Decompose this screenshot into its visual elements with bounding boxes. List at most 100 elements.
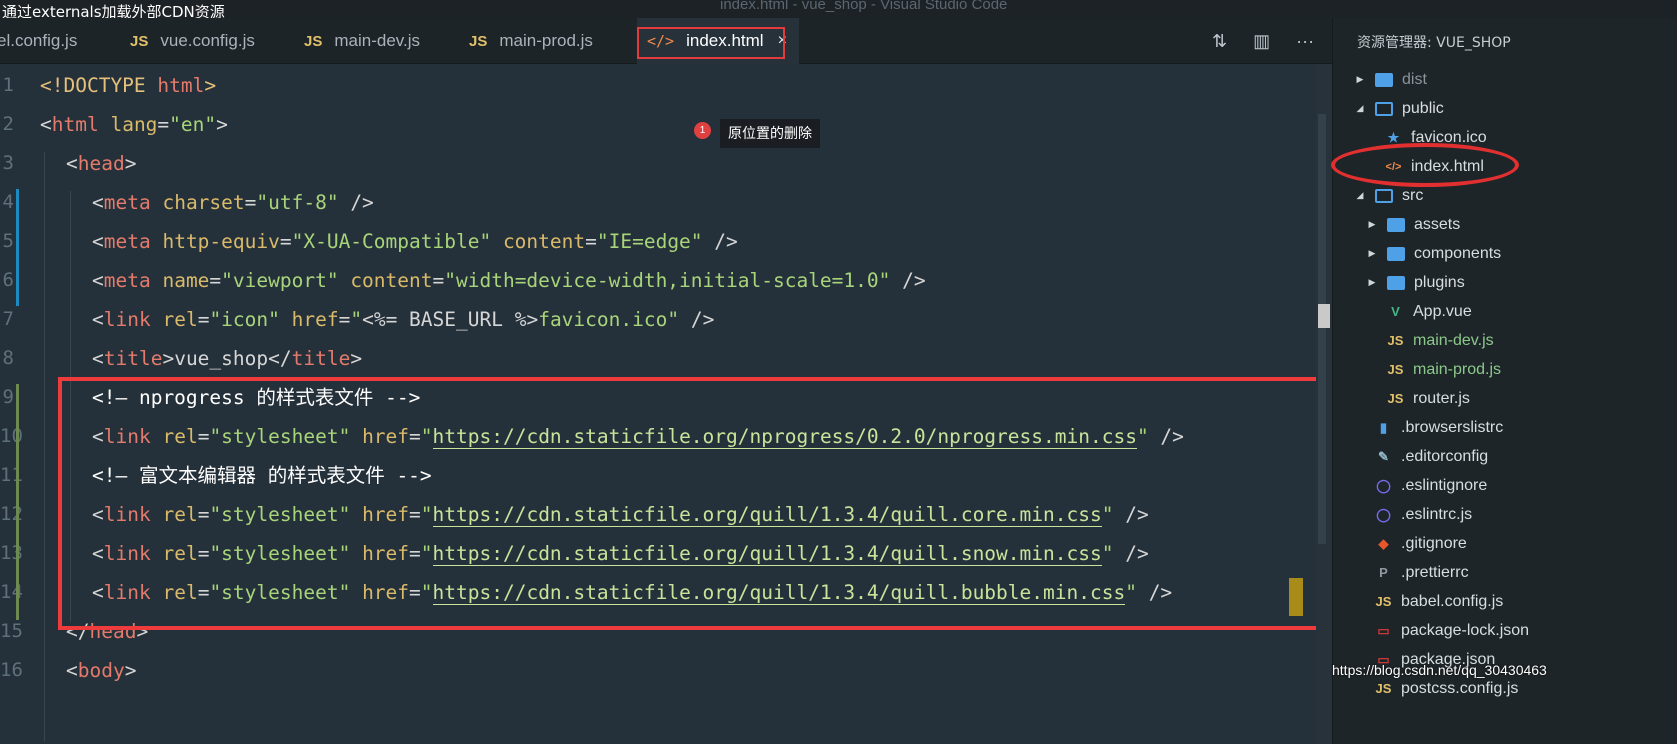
line-number: 5	[2, 230, 14, 252]
folder-icon	[1375, 72, 1393, 87]
line-number: 12	[0, 503, 23, 525]
tab-main-dev[interactable]: JS main-dev.js	[304, 18, 420, 64]
code-line-5: <meta http-equiv="X-UA-Compatible" conte…	[92, 230, 738, 253]
js-file-icon: JS	[1387, 333, 1404, 348]
line-number: 2	[2, 113, 14, 135]
tree-item-eslintignore[interactable]: ◯ .eslintignore	[1375, 471, 1487, 500]
git-added-marker	[16, 384, 19, 620]
tree-item-editorconfig[interactable]: ✎ .editorconfig	[1375, 442, 1488, 471]
line-number: 1	[2, 74, 14, 96]
tree-item-main-prod[interactable]: JS main-prod.js	[1387, 355, 1501, 384]
code-line-4: <meta charset="utf-8" />	[92, 191, 374, 214]
eslint-icon: ◯	[1376, 477, 1391, 493]
tree-item-public[interactable]: ◢ public	[1353, 94, 1444, 123]
eslint-icon: ◯	[1376, 506, 1391, 522]
tree-item-assets[interactable]: ▶ assets	[1365, 210, 1461, 239]
tree-item-prettierrc[interactable]: P .prettierrc	[1375, 558, 1468, 587]
folder-open-icon	[1375, 188, 1393, 203]
git-icon: ◆	[1378, 535, 1389, 551]
tree-item-main-dev[interactable]: JS main-dev.js	[1387, 326, 1494, 355]
indent-guide	[44, 152, 45, 742]
line-number: 8	[2, 347, 14, 369]
chevron-right-icon: ▶	[1368, 248, 1376, 258]
prettier-icon: P	[1379, 565, 1388, 580]
folder-open-icon	[1375, 101, 1393, 116]
line-number: 6	[2, 269, 14, 291]
tree-item-eslintrc[interactable]: ◯ .eslintrc.js	[1375, 500, 1472, 529]
file-icon: ▮	[1379, 419, 1388, 435]
js-file-icon: JS	[1387, 391, 1404, 406]
split-editor-icon[interactable]: ▥	[1253, 31, 1270, 52]
chevron-right-icon: ▶	[1368, 277, 1376, 287]
code-line-16: <body>	[66, 659, 137, 682]
text-cursor	[1289, 578, 1303, 616]
line-gutter: 1 2 3 4 5 6 7 8 9 10 11 12 13 14 15 16	[0, 64, 30, 744]
tree-item-app-vue[interactable]: V App.vue	[1387, 297, 1472, 326]
annotation-tooltip: 原位置的删除	[720, 119, 820, 148]
explorer-title: 资源管理器: VUE_SHOP	[1357, 35, 1511, 51]
more-icon[interactable]: ···	[1296, 31, 1314, 52]
editor-actions: ⇅ ▥ ···	[1212, 18, 1314, 64]
chevron-right-icon: ▶	[1368, 219, 1376, 229]
code-line-1: <!DOCTYPE html>	[40, 74, 217, 97]
highlight-ellipse	[1331, 143, 1519, 187]
line-number: 16	[0, 659, 23, 681]
git-modified-marker	[16, 189, 19, 306]
tree-item-postcss-config[interactable]: JS postcss.config.js	[1375, 674, 1519, 703]
tab-label: el.config.js	[0, 31, 78, 50]
tab-babel-config[interactable]: el.config.js	[0, 18, 77, 64]
js-file-icon: JS	[1375, 681, 1392, 696]
tree-item-babel-config[interactable]: JS babel.config.js	[1375, 587, 1504, 616]
tree-item-plugins[interactable]: ▶ plugins	[1365, 268, 1465, 297]
js-file-icon: JS	[1387, 362, 1404, 377]
line-number: 13	[0, 542, 23, 564]
code-line-6: <meta name="viewport" content="width=dev…	[92, 269, 926, 292]
tree-item-components[interactable]: ▶ components	[1365, 239, 1502, 268]
folder-icon	[1387, 246, 1405, 261]
code-line-8: <title>vue_shop</title>	[92, 347, 363, 370]
line-number: 11	[0, 464, 23, 486]
code-line-7: <link rel="icon" href="<%= BASE_URL %>fa…	[92, 308, 715, 331]
editorconfig-icon: ✎	[1378, 448, 1389, 464]
line-number: 3	[2, 152, 14, 174]
tree-item-gitignore[interactable]: ◆ .gitignore	[1375, 529, 1467, 558]
line-number: 14	[0, 581, 23, 603]
tab-label: main-prod.js	[499, 31, 593, 50]
tab-main-prod[interactable]: JS main-prod.js	[469, 18, 593, 64]
line-number: 9	[2, 386, 14, 408]
js-icon: JS	[469, 32, 488, 50]
window-title: index.html - vue_shop - Visual Studio Co…	[720, 0, 1008, 13]
code-line-3: <head>	[66, 152, 137, 175]
title-bar: 通过externals加载外部CDN资源 index.html - vue_sh…	[0, 0, 1677, 21]
annotation-badge: 1	[694, 122, 711, 139]
line-number: 10	[0, 425, 23, 447]
folder-icon	[1387, 217, 1405, 232]
line-number: 7	[2, 308, 14, 330]
compare-icon[interactable]: ⇅	[1212, 31, 1227, 52]
code-line-2: <html lang="en">	[40, 113, 228, 136]
tab-vue-config[interactable]: JS vue.config.js	[130, 18, 255, 64]
js-file-icon: JS	[1375, 594, 1392, 609]
js-icon: JS	[130, 32, 149, 50]
tree-item-package-lock[interactable]: ▭ package-lock.json	[1375, 616, 1529, 645]
tree-item-router[interactable]: JS router.js	[1387, 384, 1470, 413]
scrollbar-thumb[interactable]	[1318, 114, 1326, 544]
line-number: 4	[2, 191, 14, 213]
chevron-down-icon: ◢	[1356, 103, 1364, 113]
tree-item-browserslistrc[interactable]: ▮ .browserslistrc	[1375, 413, 1503, 442]
tab-label: main-dev.js	[334, 31, 421, 50]
code-editor[interactable]: 1 2 3 4 5 6 7 8 9 10 11 12 13 14 15 16 <…	[0, 64, 1332, 744]
line-number: 15	[0, 620, 23, 642]
tab-label: vue.config.js	[160, 31, 255, 50]
vertical-scrollbar[interactable]	[1316, 64, 1332, 744]
chevron-right-icon: ▶	[1356, 74, 1364, 84]
js-icon: JS	[304, 32, 323, 50]
npm-icon: ▭	[1377, 622, 1390, 638]
csdn-watermark: https://blog.csdn.net/qq_30430463	[1332, 662, 1547, 678]
vue-file-icon: V	[1391, 304, 1400, 319]
tree-item-dist[interactable]: ▶ dist	[1353, 65, 1427, 94]
tab-highlight-box	[637, 27, 785, 59]
highlight-box	[58, 377, 1327, 630]
chevron-down-icon: ◢	[1356, 190, 1364, 200]
scrollbar-marker	[1318, 304, 1330, 328]
